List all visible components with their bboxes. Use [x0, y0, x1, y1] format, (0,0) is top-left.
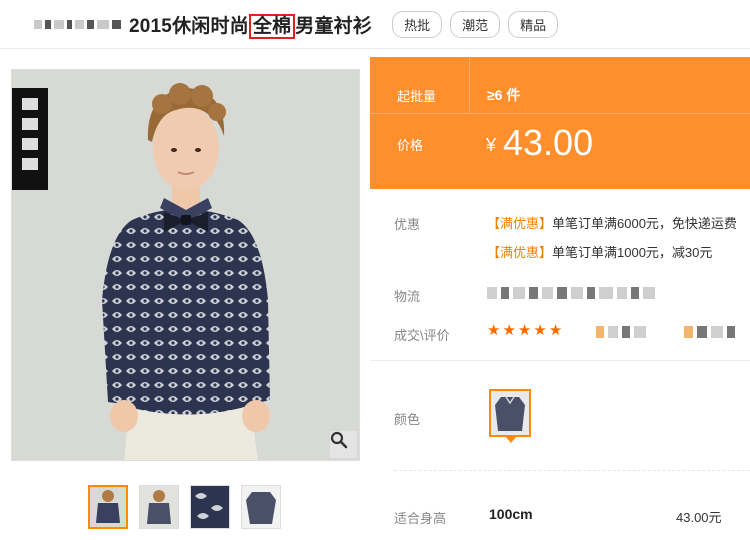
reviews-label: 成交\评价: [394, 328, 450, 343]
size-label: 适合身高: [394, 511, 447, 526]
price-value: 43.00: [503, 122, 594, 163]
product-title: 2015休闲时尚 全棉 男童衬衫: [129, 11, 373, 39]
product-page: 2015休闲时尚 全棉 男童衬衫 热批 潮范 精品 起批量 ≥6 件 价格 ¥ …: [0, 0, 750, 540]
thumbnail-2[interactable]: [139, 485, 179, 529]
star-icon: ★: [533, 322, 547, 339]
promo-label: 优惠: [394, 217, 421, 232]
magnifier-icon[interactable]: [330, 431, 357, 458]
promo-text-2: 单笔订单满1000元，减30元: [552, 245, 713, 260]
min-batch-value: ≥6 件: [487, 87, 521, 103]
tag-hot[interactable]: 热批: [392, 10, 443, 38]
star-icon: ★: [517, 322, 532, 339]
header-divider: [0, 48, 750, 49]
star-icon: ★: [502, 322, 516, 339]
product-header: 2015休闲时尚 全棉 男童衬衫 热批 潮范 精品: [0, 0, 750, 48]
price-label: 价格: [397, 138, 424, 153]
price-currency: ¥: [486, 135, 497, 155]
blurred-transaction-stats: [596, 326, 735, 338]
size-value[interactable]: 100cm: [489, 506, 533, 522]
price-panel: 起批量 ≥6 件 价格 ¥ 43.00: [370, 57, 750, 189]
promo-text-1: 单笔订单满6000元，免快递运费: [552, 216, 737, 231]
watermark-block: [12, 88, 48, 190]
thumbnail-4[interactable]: [241, 485, 281, 529]
tag-trendy[interactable]: 潮范: [450, 10, 501, 38]
info-panel: 优惠 【满优惠】单笔订单满6000元，免快递运费 【满优惠】单笔订单满1000元…: [370, 189, 750, 361]
promo-item-2: 【满优惠】单笔订单满1000元，减30元: [487, 242, 712, 261]
main-product-image[interactable]: [11, 69, 360, 461]
star-icon: ★: [548, 322, 563, 339]
promo-badge-2: 【满优惠】: [487, 245, 553, 260]
blurred-logistics: [487, 287, 655, 299]
boy-shirt-photo: [12, 70, 359, 460]
title-prefix: 2015休闲时尚: [129, 15, 249, 37]
promo-item-1: 【满优惠】单笔订单满6000元，免快递运费: [487, 213, 737, 232]
title-suffix: 男童衬衫: [295, 15, 373, 37]
options-divider: [394, 470, 750, 471]
tag-quality[interactable]: 精品: [508, 10, 559, 38]
size-price: 43.00元: [676, 510, 722, 525]
panel-vertical-divider: [469, 57, 470, 114]
logistics-label: 物流: [394, 289, 421, 304]
thumbnail-3[interactable]: [190, 485, 230, 529]
promo-badge-1: 【满优惠】: [487, 216, 553, 231]
product-tags: 热批 潮范 精品: [392, 10, 559, 38]
thumbnail-strip: [88, 485, 281, 529]
min-batch-label: 起批量: [397, 89, 437, 104]
title-highlight: 全棉: [248, 13, 296, 39]
color-label: 颜色: [394, 412, 421, 427]
rating-stars: ★ ★ ★ ★ ★: [487, 323, 562, 339]
star-icon: ★: [487, 322, 501, 339]
caret-down-icon: [506, 437, 516, 443]
color-swatch-shirt[interactable]: [489, 389, 531, 437]
blurred-shop-name: [34, 19, 121, 29]
thumbnail-1[interactable]: [88, 485, 128, 529]
options-panel: 颜色 适合身高 100cm 43.00元: [370, 362, 750, 540]
